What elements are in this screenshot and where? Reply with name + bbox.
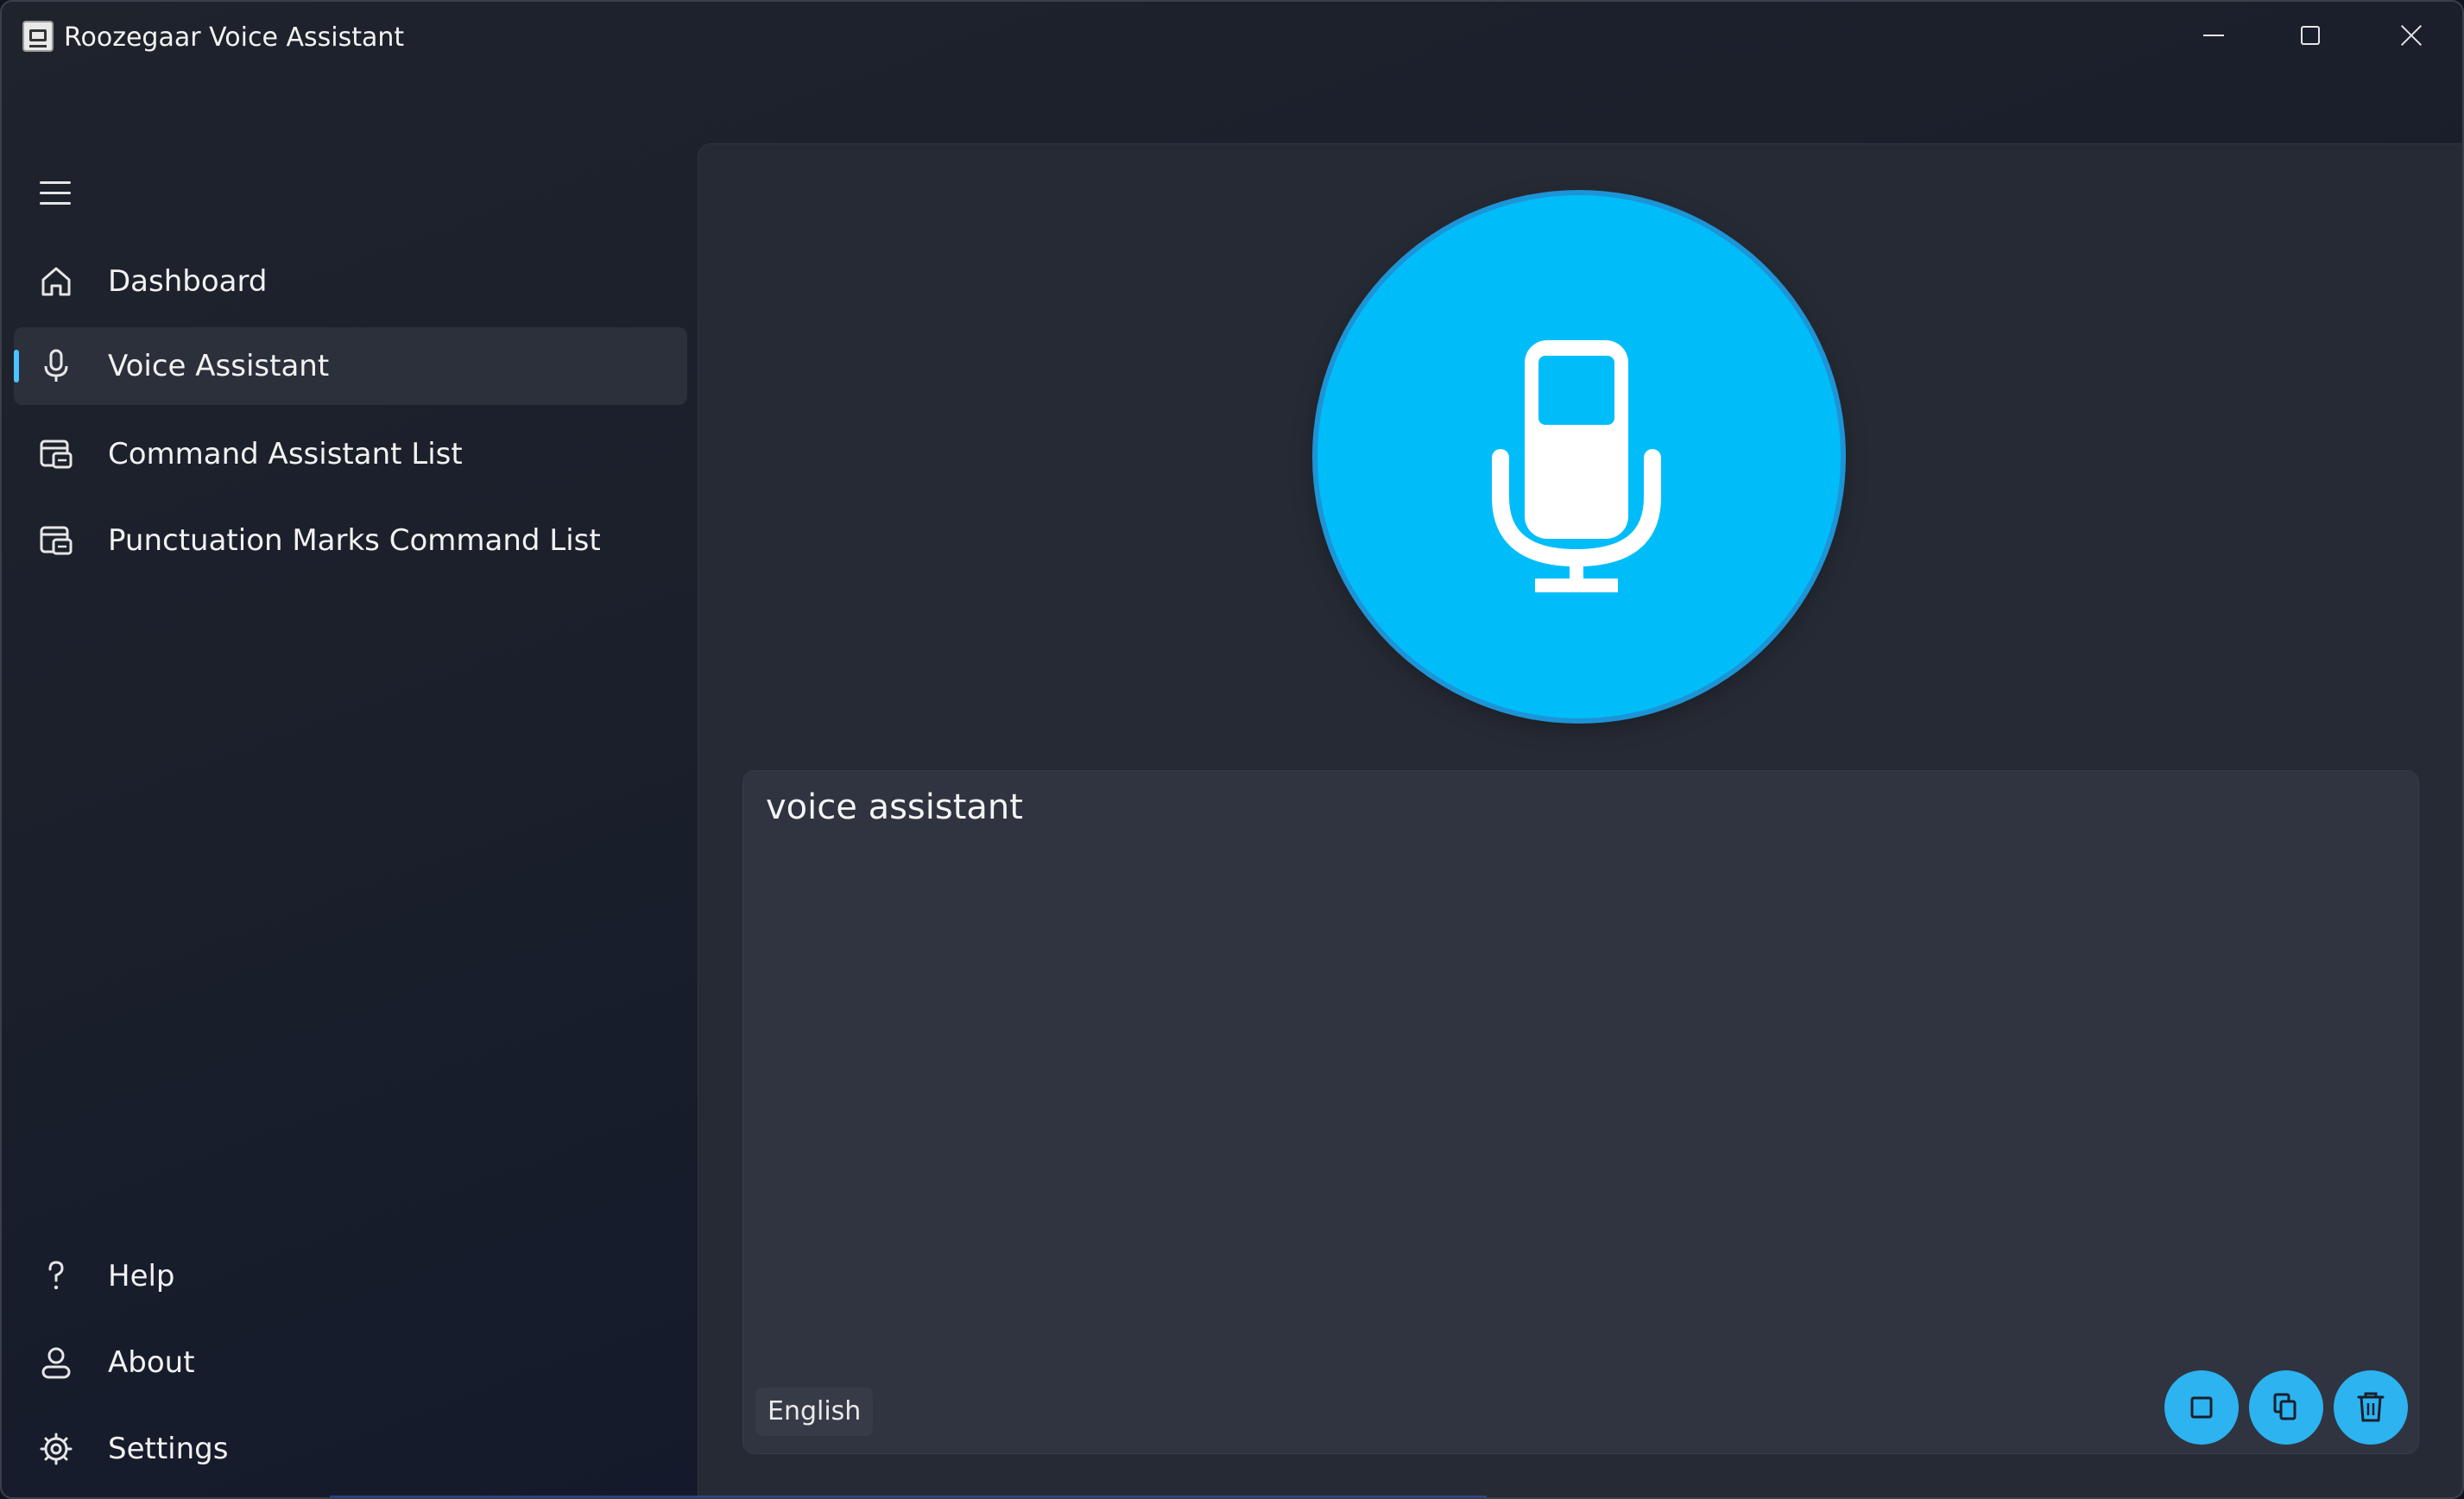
person-icon — [41, 1347, 71, 1379]
minimize-button[interactable] — [2164, 2, 2262, 71]
sidebar-item-label: Voice Assistant — [108, 349, 330, 383]
taskbar-edge-strip — [330, 1496, 1487, 1497]
selection-indicator — [14, 350, 19, 383]
home-icon — [41, 267, 71, 296]
sidebar-item-label: Command Assistant List — [108, 437, 463, 471]
sidebar-item-label: Dashboard — [108, 264, 268, 299]
sidebar-item-help[interactable]: Help — [14, 1237, 687, 1315]
close-button[interactable] — [2362, 2, 2461, 71]
sidebar-item-voice-assistant[interactable]: Voice Assistant — [14, 327, 687, 405]
stop-button[interactable] — [2164, 1370, 2239, 1445]
stop-icon — [2190, 1396, 2213, 1419]
transcript-text-area[interactable]: voice assistant English — [742, 770, 2419, 1454]
sidebar-item-label: Settings — [108, 1432, 229, 1466]
command-list-icon — [40, 440, 73, 469]
transcript-text: voice assistant — [766, 787, 1023, 827]
command-list-icon — [40, 526, 73, 555]
sidebar-item-label: Help — [108, 1259, 175, 1293]
sidebar-item-command-assistant-list[interactable]: Command Assistant List — [14, 415, 687, 493]
maximize-button[interactable] — [2262, 2, 2360, 71]
microphone-icon — [44, 349, 68, 382]
copy-button[interactable] — [2249, 1370, 2323, 1445]
record-microphone-button[interactable] — [1317, 195, 1841, 718]
minimize-icon — [2203, 35, 2224, 36]
sidebar-item-dashboard[interactable]: Dashboard — [14, 243, 687, 320]
window-title: Roozegaar Voice Assistant — [64, 22, 405, 53]
trash-icon — [2357, 1392, 2385, 1422]
copy-icon — [2273, 1393, 2297, 1420]
sidebar-item-settings[interactable]: Settings — [14, 1410, 687, 1488]
hamburger-menu-button[interactable] — [28, 171, 85, 216]
sidebar-item-punctuation-marks-command-list[interactable]: Punctuation Marks Command List — [14, 502, 687, 579]
question-icon — [48, 1261, 64, 1290]
gear-icon — [40, 1433, 73, 1465]
app-window: Roozegaar Voice Assistant Dashboard Voic… — [0, 0, 2464, 1499]
maximize-icon — [2301, 26, 2320, 45]
language-badge[interactable]: English — [755, 1388, 874, 1436]
close-icon — [2400, 24, 2423, 47]
sidebar-item-about[interactable]: About — [14, 1324, 687, 1401]
sidebar-item-label: Punctuation Marks Command List — [108, 523, 601, 558]
title-bar: Roozegaar Voice Assistant — [2, 2, 2462, 74]
app-logo-icon — [22, 21, 54, 52]
clear-button[interactable] — [2334, 1370, 2408, 1445]
microphone-icon — [1492, 340, 1661, 592]
sidebar-item-label: About — [108, 1345, 195, 1380]
